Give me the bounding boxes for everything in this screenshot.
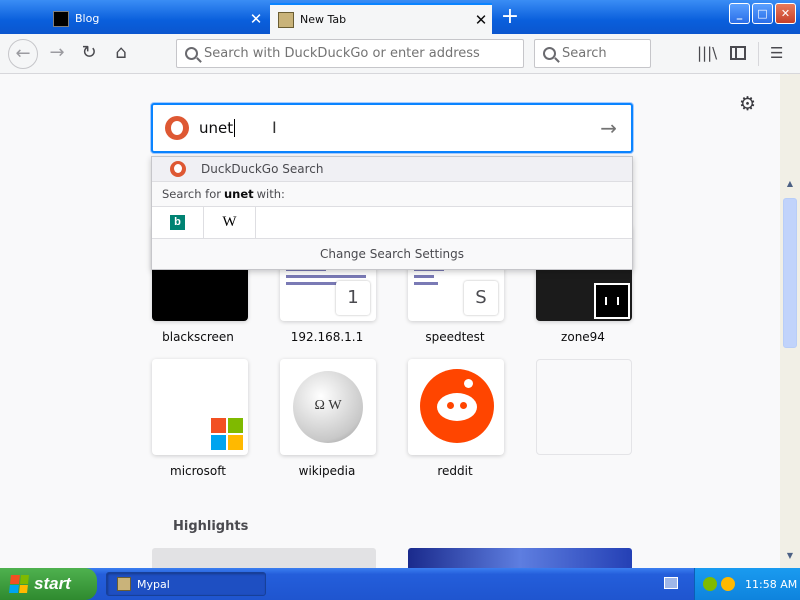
highlight-card[interactable] bbox=[152, 548, 376, 568]
toolbar-divider bbox=[758, 42, 759, 66]
close-tab-icon[interactable]: ✕ bbox=[470, 10, 492, 30]
mypal-app-icon bbox=[117, 577, 131, 591]
nav-bar: ← → ↻ ⌂ Search with DuckDuckGo or enter … bbox=[0, 34, 800, 74]
forward-button[interactable]: → bbox=[42, 39, 72, 69]
one-off-engines: b W bbox=[152, 206, 632, 239]
minimize-button[interactable]: _ bbox=[729, 3, 750, 24]
scroll-thumb[interactable] bbox=[783, 198, 797, 348]
bing-icon: b bbox=[170, 215, 185, 230]
site-badge: 1 bbox=[336, 281, 370, 315]
engine-label: DuckDuckGo Search bbox=[201, 162, 324, 176]
top-site-label: microsoft bbox=[170, 464, 226, 478]
search-term: unet bbox=[223, 187, 254, 201]
search-bar[interactable]: Search bbox=[534, 39, 651, 68]
reddit-logo-icon bbox=[420, 369, 494, 443]
tab-title: Blog bbox=[75, 12, 100, 25]
vertical-scrollbar[interactable]: ▲ ▼ bbox=[780, 74, 800, 568]
taskbar-item-mypal[interactable]: Mypal bbox=[106, 572, 266, 596]
scroll-down-icon[interactable]: ▼ bbox=[782, 548, 798, 564]
search-suggestions-dropdown: DuckDuckGo Search Search for unet with: … bbox=[151, 156, 633, 270]
search-placeholder: Search bbox=[562, 46, 607, 61]
close-tab-icon[interactable]: ✕ bbox=[245, 9, 267, 29]
new-tab-button[interactable]: + bbox=[496, 6, 524, 30]
engine-suggestion-row[interactable]: DuckDuckGo Search bbox=[152, 157, 632, 182]
highlights-heading: Highlights bbox=[173, 519, 249, 534]
search-for-prefix: Search for bbox=[162, 187, 221, 201]
keyboard-icon[interactable] bbox=[664, 577, 678, 589]
blog-favicon-icon bbox=[53, 10, 69, 27]
site-badge: S bbox=[464, 281, 498, 315]
top-site-label: speedtest bbox=[425, 330, 485, 344]
window-controls: _ □ ✕ bbox=[729, 3, 796, 24]
clock: 11:58 AM bbox=[745, 577, 798, 591]
top-site-tile-wikipedia[interactable]: Ω W bbox=[280, 359, 376, 455]
wikipedia-icon: W bbox=[222, 214, 237, 230]
top-site-label: 192.168.1.1 bbox=[290, 330, 364, 344]
gear-icon[interactable]: ⚙ bbox=[739, 93, 756, 115]
tab-blog[interactable]: Blog ✕ bbox=[45, 3, 267, 34]
scroll-up-icon[interactable]: ▲ bbox=[782, 176, 798, 192]
wikipedia-engine-button[interactable]: W bbox=[204, 206, 256, 239]
url-placeholder: Search with DuckDuckGo or enter address bbox=[204, 46, 480, 61]
close-window-button[interactable]: ✕ bbox=[775, 3, 796, 24]
library-icon[interactable]: |||\ bbox=[697, 44, 717, 62]
duckduckgo-icon bbox=[165, 116, 189, 140]
top-site-tile-reddit[interactable] bbox=[408, 359, 504, 455]
menu-icon[interactable]: ☰ bbox=[770, 44, 783, 62]
text-cursor-icon: I bbox=[272, 118, 277, 137]
top-site-label: blackscreen bbox=[162, 330, 234, 344]
search-icon bbox=[185, 47, 198, 60]
sidebar-icon[interactable] bbox=[730, 46, 746, 60]
wikipedia-globe-icon: Ω W bbox=[293, 371, 363, 443]
url-bar[interactable]: Search with DuckDuckGo or enter address bbox=[176, 39, 524, 68]
back-button[interactable]: ← bbox=[8, 39, 38, 69]
system-tray: 11:58 AM bbox=[694, 568, 800, 600]
network-icon[interactable] bbox=[703, 577, 717, 591]
taskbar-item-label: Mypal bbox=[137, 577, 170, 591]
top-site-label: zone94 bbox=[561, 330, 605, 344]
tab-title: New Tab bbox=[300, 13, 347, 26]
change-search-settings-button[interactable]: Change Search Settings bbox=[152, 239, 632, 269]
start-button[interactable]: start bbox=[0, 568, 97, 600]
home-button[interactable]: ⌂ bbox=[106, 39, 136, 69]
search-tray-icon[interactable] bbox=[721, 577, 735, 591]
new-tab-favicon-icon bbox=[278, 11, 294, 28]
top-site-tile-microsoft[interactable] bbox=[152, 359, 248, 455]
search-icon bbox=[543, 47, 556, 60]
start-label: start bbox=[34, 574, 71, 593]
newtab-search-input[interactable]: unet → bbox=[151, 103, 633, 153]
tab-new-tab[interactable]: New Tab ✕ bbox=[270, 3, 492, 34]
zone94-icon bbox=[594, 283, 630, 319]
search-for-suffix: with: bbox=[256, 187, 285, 201]
top-site-label: reddit bbox=[437, 464, 473, 478]
search-for-header: Search for unet with: bbox=[152, 182, 632, 207]
reload-button[interactable]: ↻ bbox=[74, 39, 104, 69]
title-bar: Blog ✕ New Tab ✕ + _ □ ✕ bbox=[0, 0, 800, 34]
go-arrow-icon[interactable]: → bbox=[600, 116, 617, 140]
microsoft-logo-icon bbox=[210, 417, 244, 451]
bing-engine-button[interactable]: b bbox=[152, 206, 204, 239]
windows-logo-icon bbox=[9, 575, 29, 593]
taskbar: start Mypal 11:58 AM bbox=[0, 568, 800, 600]
duckduckgo-icon bbox=[170, 161, 186, 177]
maximize-button[interactable]: □ bbox=[752, 3, 773, 24]
top-site-label: wikipedia bbox=[298, 464, 356, 478]
top-site-tile-empty[interactable] bbox=[536, 359, 632, 455]
search-input-value: unet bbox=[199, 119, 236, 137]
highlight-card[interactable] bbox=[408, 548, 632, 568]
